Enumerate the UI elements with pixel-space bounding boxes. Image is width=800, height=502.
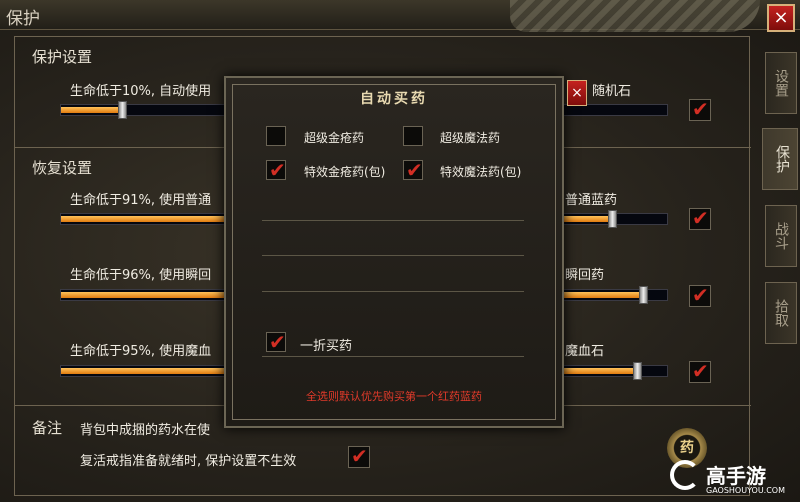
recover-label-left: 生命低于96%, 使用瞬回 <box>70 268 212 283</box>
slider-knob[interactable] <box>118 101 127 119</box>
notes-line-2: 复活戒指准备就绪时, 保护设置不生效 <box>80 454 297 469</box>
protect-checkbox[interactable] <box>689 97 711 121</box>
option-checkbox-4[interactable] <box>403 158 423 182</box>
recover-checkbox-3[interactable] <box>689 359 711 383</box>
option-checkbox-3[interactable] <box>266 158 286 182</box>
dragon-ornament <box>510 0 760 32</box>
brand-g-icon <box>670 460 700 490</box>
recover-label-right: 普通蓝药 <box>565 193 618 208</box>
recover-label-right: 魔血石 <box>565 344 605 359</box>
notes-line-1: 背包中成捆的药水在使 <box>80 423 211 438</box>
option-checkbox-2[interactable] <box>403 126 423 146</box>
protection-window: 保护 × 设置 保护 战斗 拾取 保护设置 生命低于10%, 自动使用 随机石 … <box>0 0 800 502</box>
discount-label: 一折买药 <box>300 339 353 354</box>
dialog-divider <box>262 220 524 221</box>
brand-name: 高手游 <box>706 464 766 488</box>
slider-knob[interactable] <box>608 210 617 228</box>
option-label-3: 特效金疮药(包) <box>304 165 386 179</box>
window-title: 保护 <box>6 9 40 29</box>
tab-pickup[interactable]: 拾取 <box>765 282 797 344</box>
tab-settings[interactable]: 设置 <box>765 52 797 114</box>
slider-knob[interactable] <box>633 362 642 380</box>
dialog-title: 自动买药 <box>360 91 428 107</box>
tab-combat[interactable]: 战斗 <box>765 205 797 267</box>
notes-title: 备注 <box>32 419 63 437</box>
dialog-divider <box>262 291 524 292</box>
protect-label-right: 随机石 <box>592 84 632 99</box>
recover-label-left: 生命低于95%, 使用魔血 <box>70 344 212 359</box>
dialog-note: 全选则默认优先购买第一个红药蓝药 <box>306 390 482 403</box>
slider-knob[interactable] <box>639 286 648 304</box>
option-label-4: 特效魔法药(包) <box>440 165 522 179</box>
option-checkbox-1[interactable] <box>266 126 286 146</box>
slider-fill <box>61 107 122 113</box>
brand-logo: 高手游 GAOSHOUYOU.COM <box>670 458 798 500</box>
title-bar: 保护 <box>0 0 800 32</box>
recover-checkbox-2[interactable] <box>689 283 711 307</box>
recover-section-title: 恢复设置 <box>32 159 93 177</box>
discount-checkbox[interactable] <box>266 330 286 354</box>
recover-checkbox-1[interactable] <box>689 206 711 230</box>
dialog-divider <box>262 255 524 256</box>
dialog-divider <box>262 356 524 357</box>
revive-ring-checkbox[interactable] <box>348 444 370 468</box>
protect-label-left: 生命低于10%, 自动使用 <box>70 84 212 99</box>
protect-section-title: 保护设置 <box>32 48 93 66</box>
option-label-1: 超级金疮药 <box>304 131 365 145</box>
recover-label-left: 生命低于91%, 使用普通 <box>70 193 212 208</box>
recover-label-right: 瞬回药 <box>565 268 605 283</box>
dialog-close-button[interactable]: × <box>567 80 587 106</box>
tab-protect[interactable]: 保护 <box>762 128 798 190</box>
brand-sub: GAOSHOUYOU.COM <box>706 486 786 495</box>
option-label-2: 超级魔法药 <box>440 131 501 145</box>
close-window-button[interactable]: × <box>767 4 795 32</box>
